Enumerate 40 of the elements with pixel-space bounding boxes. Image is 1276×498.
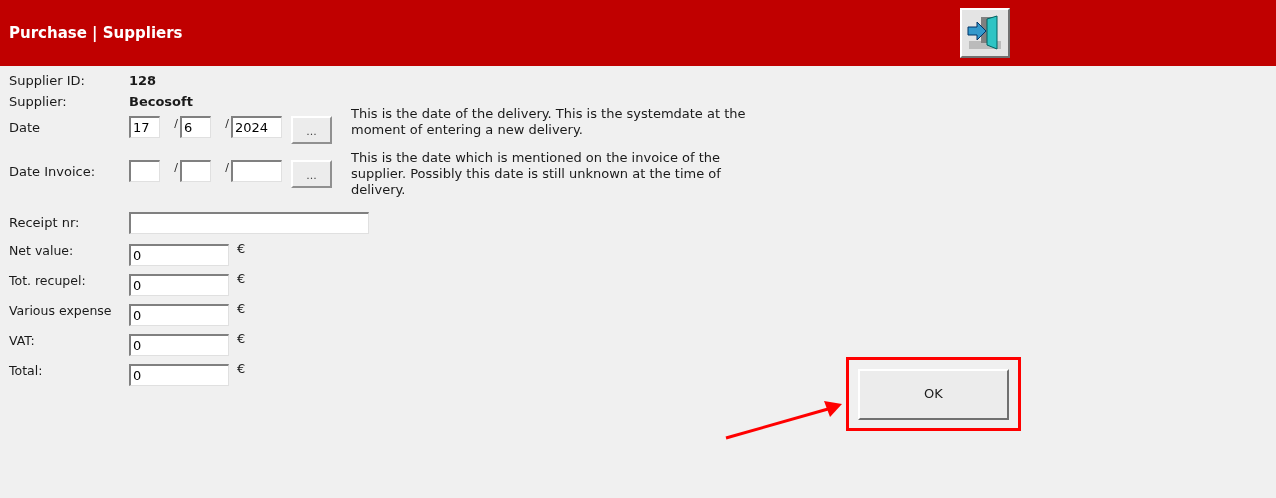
field-label: VAT:: [9, 331, 36, 350]
amount-field[interactable]: 0: [129, 334, 229, 356]
date-separator: /: [224, 160, 230, 176]
field-value: 128: [129, 71, 157, 90]
amount-field[interactable]: 0: [129, 244, 229, 266]
amount-field[interactable]: 0: [129, 304, 229, 326]
date-separator: /: [173, 160, 179, 176]
date-separator: /: [224, 116, 230, 132]
field-label: Receipt nr:: [9, 214, 81, 233]
ok-button[interactable]: OK: [858, 368, 1009, 420]
currency-symbol: €: [237, 300, 246, 319]
field-label: Date Invoice:: [9, 163, 97, 181]
help-text: This is the date which is mentioned on the invoice of the supplier. Possibly this date is still unknown at the time of delivery.: [351, 150, 722, 198]
amount-field[interactable]: 0: [129, 364, 229, 386]
currency-symbol: €: [237, 360, 246, 379]
day-field[interactable]: 17: [129, 116, 160, 138]
field-label: Supplier ID:: [9, 71, 86, 90]
currency-symbol: €: [237, 270, 246, 289]
date-picker-button[interactable]: ...: [291, 160, 332, 188]
field-label: Supplier:: [9, 92, 68, 111]
month-field[interactable]: [180, 160, 211, 182]
receipt-field[interactable]: [129, 212, 369, 234]
field-label: Date: [9, 119, 42, 137]
month-field[interactable]: 6: [180, 116, 211, 138]
year-field[interactable]: 2024: [231, 116, 282, 138]
help-text: This is the date of the delivery. This is the systemdate at the moment of entering a new delivery.: [351, 106, 747, 138]
field-label: Various expense: [9, 301, 113, 320]
date-separator: /: [173, 116, 179, 132]
year-field[interactable]: [231, 160, 282, 182]
exit-button[interactable]: [960, 8, 1010, 58]
field-label: Net value:: [9, 241, 75, 260]
field-label: Tot. recupel:: [9, 271, 87, 290]
day-field[interactable]: [129, 160, 160, 182]
page-title: Purchase | Suppliers: [9, 22, 184, 44]
currency-symbol: €: [237, 240, 246, 259]
amount-field[interactable]: 0: [129, 274, 229, 296]
field-label: Total:: [9, 361, 44, 380]
currency-symbol: €: [237, 330, 246, 349]
field-value: Becosoft: [129, 92, 193, 111]
date-picker-button[interactable]: ...: [291, 116, 332, 144]
